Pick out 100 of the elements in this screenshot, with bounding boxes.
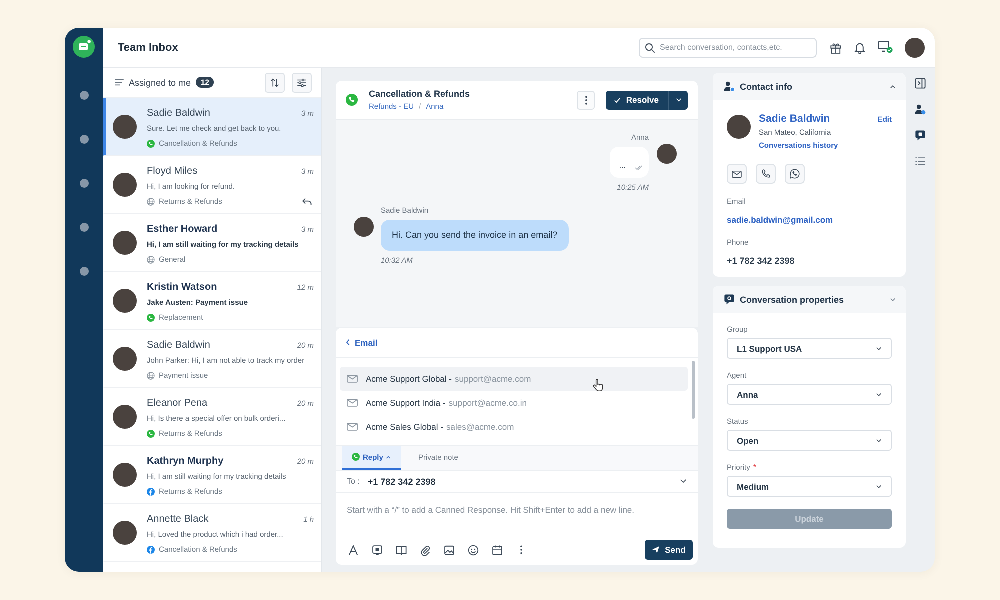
email-link[interactable]: sadie.baldwin@gmail.com (727, 215, 892, 225)
globe-icon (147, 198, 155, 206)
mailbox-address: support@acme.com (454, 374, 532, 384)
back-button[interactable]: Email (346, 338, 378, 348)
paperclip-icon[interactable] (420, 544, 431, 556)
page-title: Team Inbox (118, 42, 178, 54)
filter-label[interactable]: Assigned to me (129, 78, 192, 88)
monitor-check-icon[interactable] (878, 41, 893, 54)
avatar-photo (113, 289, 137, 313)
list-icon[interactable] (915, 156, 926, 167)
phone-icon (761, 169, 771, 179)
mail-icon (732, 170, 742, 178)
person-badge-icon[interactable] (915, 104, 926, 115)
contact-name: Kristin Watson (147, 282, 218, 294)
sliders-icon (297, 78, 307, 88)
mail-icon (347, 423, 358, 431)
contact-name: Sadie Baldwin (147, 108, 210, 120)
phone-circle-icon (352, 453, 360, 461)
recipient-label: To : (347, 477, 360, 486)
nav-dot-icon[interactable] (80, 179, 88, 188)
required-mark: * (753, 463, 756, 473)
avatar-photo (113, 115, 137, 139)
send-icon (652, 546, 660, 554)
chevron-down-icon (680, 479, 687, 484)
mailbox-option[interactable]: Acme Support India - support@acme.co.in (340, 391, 688, 415)
dropdown-field[interactable]: Open (727, 430, 892, 451)
mailbox-option[interactable]: Acme Support Global - support@acme.com (340, 367, 688, 391)
logo-icon[interactable] (73, 36, 95, 58)
avatar-photo (113, 405, 137, 429)
reply-arrow-icon[interactable] (302, 198, 312, 206)
chat-square-icon[interactable] (915, 130, 926, 141)
sidebar-toggle-icon[interactable] (915, 78, 926, 89)
book-icon[interactable] (396, 544, 407, 556)
avatar-photo (113, 347, 137, 371)
image-icon[interactable] (444, 544, 455, 556)
chevron-down-icon (876, 438, 882, 442)
resolve-button[interactable]: Resolve (606, 90, 668, 110)
avatar-photo (113, 521, 137, 545)
chevron-down-icon (876, 484, 882, 488)
phone-circle-icon (346, 94, 358, 106)
search-icon (645, 42, 655, 52)
mail-icon (347, 399, 358, 407)
chat-bubble-icon (724, 294, 735, 305)
globe-icon (147, 256, 155, 264)
resolve-menu-button[interactable] (668, 90, 688, 110)
search-field[interactable]: Search conversation, contacts,etc. (639, 38, 817, 58)
sort-button[interactable] (265, 72, 285, 92)
pointer-cursor-icon (593, 379, 603, 392)
screen-icon[interactable] (372, 544, 383, 556)
card-header[interactable]: Contact info (713, 73, 906, 100)
scrollbar-thumb[interactable] (692, 361, 695, 419)
calendar-icon[interactable] (492, 544, 503, 556)
contact-name: Sadie Baldwin (147, 340, 210, 352)
send-button[interactable]: Send (645, 540, 693, 560)
dropdown-field[interactable]: Anna (727, 384, 892, 405)
filter-button[interactable] (292, 72, 312, 92)
avatar-photo (113, 173, 137, 197)
chevron-down-icon[interactable] (890, 298, 896, 302)
recipient-select[interactable]: +1 782 342 2398 (368, 471, 687, 492)
contact-name: Esther Howard (147, 224, 218, 236)
chevron-down-icon (876, 346, 882, 350)
card-title: Conversation properties (740, 294, 844, 304)
email-button[interactable] (727, 164, 747, 184)
phone-number: +1 782 342 2398 (727, 256, 796, 266)
avatar-photo (657, 144, 677, 164)
chat-button[interactable] (785, 164, 805, 184)
contact-name: Floyd Miles (147, 166, 198, 178)
emoji-icon[interactable] (468, 544, 479, 556)
message-text: Hi. Can you send the invoice in an email? (392, 229, 558, 242)
card-title: Contact info (740, 82, 792, 92)
gift-icon[interactable] (830, 42, 842, 54)
person-badge-icon (724, 81, 735, 92)
phone-bubble-icon (790, 169, 800, 179)
chevron-down-icon (676, 98, 682, 102)
phone-circle-icon (147, 140, 155, 148)
f-badge-icon (147, 488, 155, 496)
check-icon (614, 96, 622, 104)
mail-icon (347, 375, 358, 383)
bell-icon[interactable] (854, 42, 866, 54)
mailbox-option[interactable]: Acme Sales Global - sales@acme.com (340, 415, 688, 439)
sort-arrows-icon (270, 78, 280, 88)
conversation-title: Cancellation & Refunds (369, 89, 470, 99)
mailbox-name: Acme Support India - (366, 398, 446, 408)
nav-dot-icon[interactable] (80, 223, 88, 232)
nav-dot-icon[interactable] (80, 267, 88, 276)
nav-dot-icon[interactable] (80, 91, 88, 100)
dropdown-field[interactable]: L1 Support USA (727, 338, 892, 359)
caret-up-icon[interactable] (890, 84, 896, 88)
more-button[interactable] (577, 90, 596, 110)
avatar-photo[interactable] (905, 38, 925, 58)
text-format-icon[interactable] (348, 544, 359, 556)
dropdown-field[interactable]: Medium (727, 476, 892, 497)
avatar-photo (113, 231, 137, 255)
card-header[interactable]: Conversation properties (713, 286, 906, 313)
phone-circle-icon (147, 314, 155, 322)
contact-name: Annette Black (147, 514, 209, 526)
f-badge-icon (147, 546, 155, 554)
nav-dot-icon[interactable] (80, 135, 88, 144)
call-button[interactable] (756, 164, 776, 184)
more-icon[interactable] (520, 545, 523, 555)
